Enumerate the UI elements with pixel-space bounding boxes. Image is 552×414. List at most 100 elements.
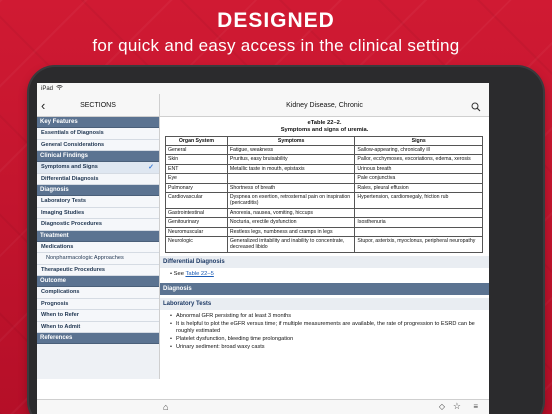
table-cell: Nocturia, erectile dysfunction [226,217,356,228]
sidebar-item-label: When to Refer [41,312,79,318]
sidebar-section-header[interactable]: Treatment [37,230,159,242]
sidebar-item-label: Symptoms and Signs [41,164,98,170]
status-bar: iPad [37,83,489,94]
table-cell: Gastrointestinal [165,207,228,219]
sidebar-item[interactable]: When to Admit [37,321,159,333]
table-cell: Anorexia, nausea, vomiting, hiccups [226,207,356,219]
sidebar-item[interactable]: Prognosis [37,298,159,310]
list-item: Abnormal GFR persisting for at least 3 m… [170,313,479,320]
table-column-header: Signs [354,136,483,146]
page-title: Kidney Disease, Chronic [286,101,363,109]
sidebar-section-header[interactable]: References [37,333,159,344]
table-body: General Fatigue, weakness Sallow-appearing… [165,144,483,253]
table-cell: Neuromuscular [165,226,228,238]
sidebar-item-label: Medications [41,243,74,250]
sidebar-item[interactable]: Medications [37,241,159,253]
differential-diagnosis-header[interactable]: Differential Diagnosis [160,255,489,268]
sidebar-item[interactable]: Therapeutic Procedures [37,264,159,276]
sidebar-item-label: General Considerations [41,141,105,148]
table-cell: ENT [165,163,228,175]
back-chevron-icon[interactable]: ‹ [41,98,45,113]
sidebar-item-label: Imaging Studies [41,209,85,216]
sidebar-section-header[interactable]: Clinical Findings [37,151,159,162]
laboratory-tests-header[interactable]: Laboratory Tests [160,297,489,310]
table-id: eTable 22–2. [307,120,342,126]
diagnosis-header[interactable]: Diagnosis [160,282,489,295]
sections-nav: ‹ SECTIONS [37,94,160,116]
sidebar-section-header[interactable]: Diagnosis [37,185,159,196]
sidebar-section-header[interactable]: Key Features [37,117,159,128]
sidebar-item-label: When to Admit [41,323,81,330]
tag-icon[interactable]: ◇ [439,402,445,411]
table-cell: Eye [165,173,228,184]
table-title: Symptoms and signs of uremia. [280,127,369,133]
table-cell: Pale conjunctiva [354,173,483,184]
device-label: iPad [41,85,54,92]
sidebar-item-label: Laboratory Tests [41,198,86,204]
table-cell: Cardiovascular [165,192,228,209]
home-icon[interactable]: ⌂ [163,402,168,412]
sidebar-item[interactable]: Nonpharmacologic Approaches [37,253,159,265]
table-cell [354,207,483,219]
table-row: Genitourinary Nocturia, erectile dysfunct… [165,217,483,228]
table-cell: Metallic taste in mouth, epistaxis [226,163,356,175]
search-icon[interactable] [471,99,481,112]
sidebar-item-label: Diagnostic Procedures [41,221,102,227]
table-row: General Fatigue, weakness Sallow-appearing… [165,144,483,156]
table-row: Pulmonary Shortness of breath Rales, pleur… [165,182,483,194]
topic-nav: Kidney Disease, Chronic [160,94,489,116]
sidebar-item-label: Essentials of Diagnosis [41,130,104,136]
table-cell: Restless legs, numbness and cramps in le… [226,226,356,238]
table-column-header: Symptoms [226,136,356,146]
sidebar-item[interactable]: Symptoms and Signs ✓ [37,162,159,174]
sidebar-item[interactable]: Essentials of Diagnosis [37,128,159,140]
table-cell: Dyspnea on exertion, retrosternal pain o… [226,192,356,209]
table-column-header: Organ System [165,136,228,146]
notes-icon[interactable]: ≡ [473,402,478,411]
checkmark-icon: ✓ [148,164,154,171]
table-cell: Genitourinary [165,217,228,228]
sidebar-item[interactable]: When to Refer [37,310,159,322]
star-icon[interactable]: ☆ [453,401,461,412]
table-header-row: Organ System Symptoms Signs [165,136,483,146]
table-cell: Urinous breath [354,163,483,175]
lab-bullet-list: Abnormal GFR persisting for at least 3 m… [160,310,489,351]
table-cell: Neurologic [165,236,228,253]
table-row: Cardiovascular Dyspnea on exertion, retro… [165,192,483,209]
differential-see-line: • See Table 22–5 [170,270,214,277]
nav-bar: ‹ SECTIONS Kidney Disease, Chronic [37,94,489,117]
table-row: Neurologic Generalized irritability and i… [165,236,483,253]
table-cell: Pulmonary [165,182,228,194]
sidebar-item[interactable]: General Considerations [37,139,159,151]
table-cell: Pallor, ecchymoses, excoriations, edema,… [354,154,483,165]
table-row: Neuromuscular Restless legs, numbness and… [165,226,483,238]
table-link[interactable]: Table 22–5 [185,271,213,277]
table-cell [226,173,356,184]
app-screen: iPad ‹ SECTIONS Kidney Disease, Chronic … [37,83,489,414]
bottom-toolbar: ⌂ ◇ ☆ ≡ [37,399,489,414]
table-cell: Shortness of breath [226,182,356,194]
list-item: It is helpful to plot the eGFR versus ti… [170,321,479,335]
topic-content: eTable 22–2. Symptoms and signs of uremi… [160,117,489,379]
sidebar-item[interactable]: Differential Diagnosis [37,173,159,185]
sidebar-item[interactable]: Diagnostic Procedures [37,219,159,231]
table-cell: Generalized irritability and inability t… [226,236,356,253]
table-cell: Pruritus, easy bruisability [226,154,356,165]
table-cell: Skin [165,154,228,165]
table-row: ENT Metallic taste in mouth, epistaxis Uri… [165,163,483,175]
promo-headline: DESIGNED [217,9,335,32]
sidebar-item-label: Prognosis [41,300,69,307]
sidebar-item[interactable]: Complications [37,287,159,299]
sidebar-item[interactable]: Laboratory Tests [37,196,159,208]
table-cell: General [165,144,228,156]
sidebar-section-header[interactable]: Outcome [37,276,159,287]
sidebar-item-label: Nonpharmacologic Approaches [46,255,124,261]
table-row: Skin Pruritus, easy bruisability Pallor, e… [165,154,483,165]
table-cell: Sallow-appearing, chronically ill [354,144,483,156]
sidebar-item[interactable]: Imaging Studies [37,207,159,219]
sections-sidebar: Key Features Essentials of Diagnosis Gener… [37,117,160,379]
promo-subline: for quick and easy access in the clinica… [92,36,460,55]
table-cell: Rales, pleural effusion [354,182,483,194]
table-cell: Hypertension, cardiomegaly, friction rub [354,192,483,209]
main-body: Key Features Essentials of Diagnosis Gener… [37,117,489,379]
